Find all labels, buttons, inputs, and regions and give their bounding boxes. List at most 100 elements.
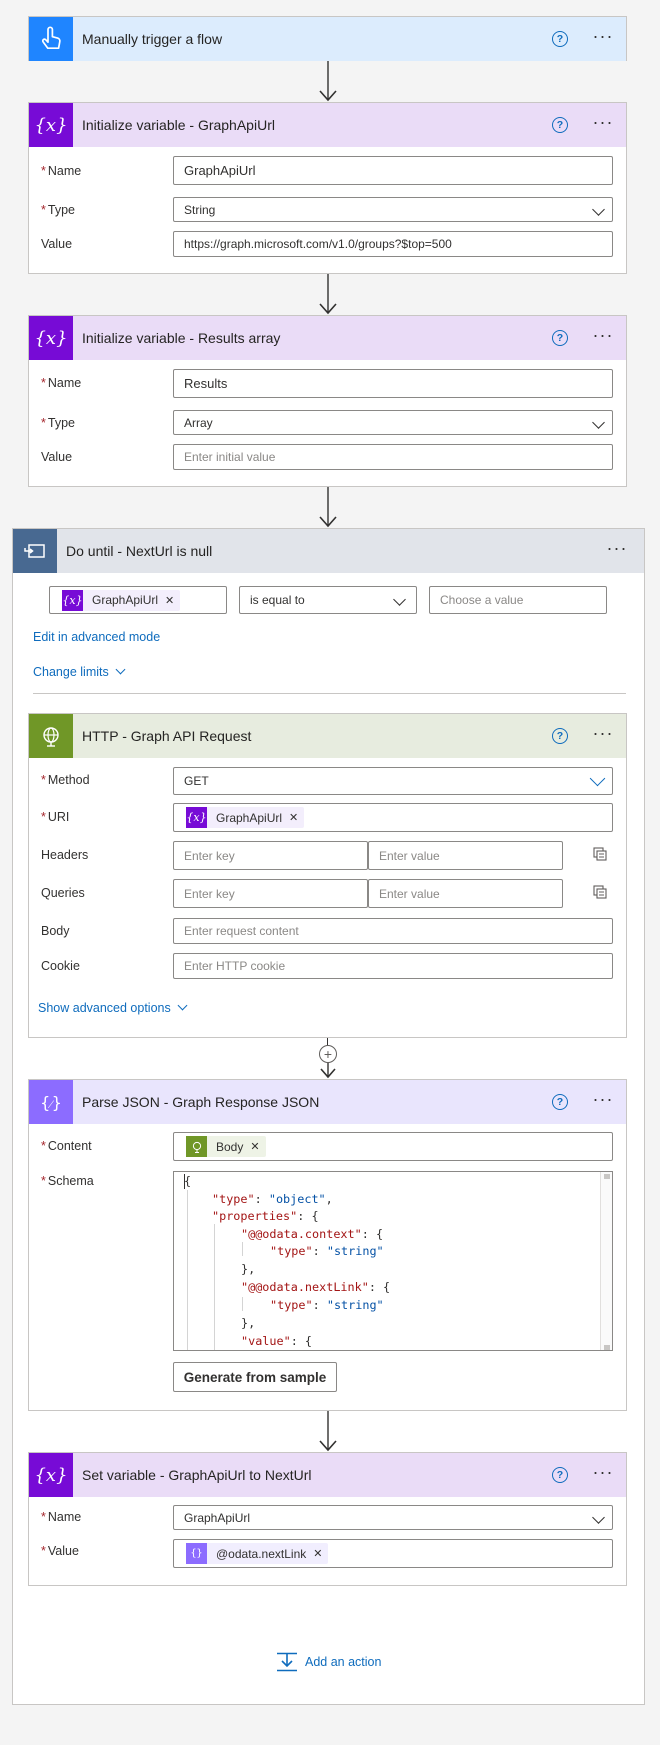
- value-placeholder: Enter value: [379, 848, 440, 863]
- init-url-title: Initialize variable - GraphApiUrl: [82, 117, 275, 133]
- chevron-down-icon: [177, 1000, 188, 1011]
- scrollbar[interactable]: [600, 1172, 612, 1350]
- headers-label: Headers: [41, 848, 89, 862]
- type-value: Array: [184, 415, 213, 430]
- variable-icon: {x}: [29, 1453, 73, 1497]
- token-label: @odata.nextLink: [216, 1546, 307, 1561]
- chevron-down-icon: [592, 1511, 605, 1524]
- headers-value-field[interactable]: Enter value: [368, 841, 563, 870]
- remove-token-icon[interactable]: ✕: [289, 811, 298, 824]
- add-action-icon: [277, 1652, 297, 1672]
- do-until-header[interactable]: Do until - NextUrl is null ···: [13, 529, 644, 573]
- show-advanced-options-link[interactable]: Show advanced options: [38, 1000, 188, 1015]
- set-variable-title: Set variable - GraphApiUrl to NextUrl: [82, 1467, 312, 1483]
- remove-token-icon[interactable]: ✕: [313, 1547, 322, 1560]
- name-field[interactable]: GraphApiUrl: [173, 156, 613, 185]
- name-label: * Name: [41, 1510, 82, 1524]
- name-field[interactable]: Results: [173, 369, 613, 398]
- headers-key-field[interactable]: Enter key: [173, 841, 368, 870]
- question-circle-icon[interactable]: ?: [552, 1094, 568, 1110]
- switch-to-text-mode-icon[interactable]: [593, 847, 607, 861]
- value-label: * Value: [41, 1544, 79, 1558]
- condition-left-field[interactable]: {x} GraphApiUrl ✕: [49, 586, 227, 614]
- operator-dropdown[interactable]: is equal to: [239, 586, 417, 614]
- graphapiurl-token[interactable]: {x} GraphApiUrl ✕: [62, 589, 181, 611]
- divider: [33, 693, 626, 694]
- more-options-icon[interactable]: ···: [590, 724, 616, 744]
- init-results-header[interactable]: {x} Initialize variable - Results array …: [29, 316, 626, 360]
- cookie-field[interactable]: Enter HTTP cookie: [173, 953, 613, 979]
- http-header[interactable]: HTTP - Graph API Request ? ···: [29, 714, 626, 758]
- queries-label: Queries: [41, 886, 85, 900]
- question-circle-icon[interactable]: ?: [552, 330, 568, 346]
- globe-icon: [29, 714, 73, 758]
- more-options-icon[interactable]: ···: [590, 113, 616, 133]
- trigger-title: Manually trigger a flow: [82, 31, 223, 47]
- schema-line: },: [241, 1316, 256, 1330]
- touch-icon: [29, 17, 73, 61]
- connector-arrow-icon: [320, 1063, 336, 1079]
- name-dropdown[interactable]: GraphApiUrl: [173, 1505, 613, 1530]
- type-dropdown[interactable]: String: [173, 197, 613, 222]
- variable-icon: {x}: [62, 589, 83, 611]
- parse-json-header[interactable]: {⁄} Parse JSON - Graph Response JSON ? ·…: [29, 1080, 626, 1124]
- init-url-card[interactable]: {x} Initialize variable - GraphApiUrl ? …: [28, 102, 627, 274]
- trigger-card[interactable]: Manually trigger a flow ? ···: [28, 16, 627, 61]
- type-value: String: [184, 202, 216, 217]
- switch-to-text-mode-icon[interactable]: [593, 885, 607, 899]
- queries-value-field[interactable]: Enter value: [368, 879, 563, 908]
- name-label: * Name: [41, 376, 82, 390]
- http-card[interactable]: HTTP - Graph API Request ? ··· * Method G…: [28, 713, 627, 1038]
- type-label: * Type: [41, 203, 75, 217]
- more-options-icon[interactable]: ···: [590, 326, 616, 346]
- parse-json-card[interactable]: {⁄} Parse JSON - Graph Response JSON ? ·…: [28, 1079, 627, 1411]
- more-options-icon[interactable]: ···: [590, 1463, 616, 1483]
- operator-value: is equal to: [250, 593, 305, 607]
- question-circle-icon[interactable]: ?: [552, 31, 568, 47]
- queries-key-field[interactable]: Enter key: [173, 879, 368, 908]
- chevron-down-icon: [589, 770, 606, 787]
- value-placeholder: Enter value: [379, 886, 440, 901]
- value-field[interactable]: https://graph.microsoft.com/v1.0/groups?…: [173, 231, 613, 257]
- content-field[interactable]: Body ✕: [173, 1132, 613, 1161]
- scrollbar-thumb[interactable]: [604, 1174, 610, 1179]
- condition-value-field[interactable]: Choose a value: [429, 586, 607, 614]
- more-options-icon[interactable]: ···: [590, 1090, 616, 1110]
- edit-advanced-mode-link[interactable]: Edit in advanced mode: [33, 630, 160, 644]
- generate-from-sample-button[interactable]: Generate from sample: [173, 1362, 337, 1392]
- remove-token-icon[interactable]: ✕: [250, 1140, 259, 1153]
- schema-line: "value": {: [241, 1334, 313, 1348]
- insert-step-button[interactable]: +: [319, 1045, 337, 1063]
- value-label: Value: [41, 237, 73, 251]
- value-field[interactable]: {} @odata.nextLink ✕: [173, 1539, 613, 1568]
- more-options-icon[interactable]: ···: [604, 539, 630, 559]
- indent-guide: [187, 1190, 188, 1350]
- add-action-button[interactable]: Add an action: [276, 1652, 381, 1672]
- body-token[interactable]: Body ✕: [186, 1136, 266, 1157]
- body-field[interactable]: Enter request content: [173, 918, 613, 944]
- trigger-header[interactable]: Manually trigger a flow ? ···: [29, 17, 626, 61]
- globe-icon: [186, 1136, 207, 1157]
- uri-field[interactable]: {x} GraphApiUrl ✕: [173, 803, 613, 832]
- type-dropdown[interactable]: Array: [173, 410, 613, 435]
- body-label: Body: [41, 924, 70, 938]
- change-limits-link[interactable]: Change limits: [33, 664, 126, 679]
- value-field[interactable]: Enter initial value: [173, 444, 613, 470]
- indent-guide: [214, 1224, 215, 1350]
- init-url-header[interactable]: {x} Initialize variable - GraphApiUrl ? …: [29, 103, 626, 147]
- method-dropdown[interactable]: GET: [173, 767, 613, 795]
- more-options-icon[interactable]: ···: [590, 27, 616, 47]
- remove-token-icon[interactable]: ✕: [165, 594, 174, 607]
- init-results-card[interactable]: {x} Initialize variable - Results array …: [28, 315, 627, 487]
- nextlink-token[interactable]: {} @odata.nextLink ✕: [186, 1543, 329, 1564]
- value-placeholder: Enter initial value: [184, 450, 276, 464]
- question-circle-icon[interactable]: ?: [552, 117, 568, 133]
- method-label: * Method: [41, 773, 90, 787]
- method-value: GET: [184, 774, 209, 788]
- set-variable-header[interactable]: {x} Set variable - GraphApiUrl to NextUr…: [29, 1453, 626, 1497]
- question-circle-icon[interactable]: ?: [552, 1467, 568, 1483]
- set-variable-card[interactable]: {x} Set variable - GraphApiUrl to NextUr…: [28, 1452, 627, 1586]
- question-circle-icon[interactable]: ?: [552, 728, 568, 744]
- schema-editor[interactable]: { "type": "object", "properties": { "@@o…: [173, 1171, 613, 1351]
- graphapiurl-token[interactable]: {x} GraphApiUrl ✕: [186, 807, 305, 828]
